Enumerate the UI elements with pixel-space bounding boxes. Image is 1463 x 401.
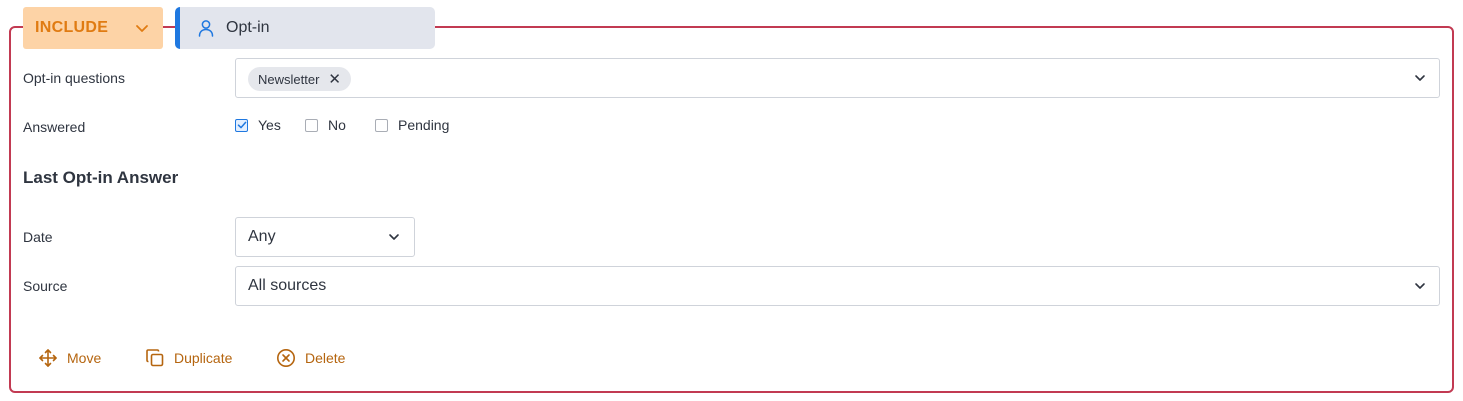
- move-label: Move: [67, 350, 102, 366]
- chevron-down-icon: [1415, 75, 1425, 81]
- chip-remove-icon[interactable]: ✕: [328, 72, 341, 87]
- include-label: INCLUDE: [35, 19, 109, 36]
- duplicate-button[interactable]: Duplicate: [145, 348, 232, 368]
- duplicate-icon: [146, 349, 164, 367]
- answered-pending-label: Pending: [398, 117, 450, 133]
- connector-line: [163, 26, 175, 28]
- answered-yes-label: Yes: [258, 117, 281, 133]
- delete-label: Delete: [305, 350, 346, 366]
- filter-type-tag[interactable]: Opt-in: [175, 7, 435, 49]
- source-select[interactable]: All sources: [235, 266, 1440, 306]
- duplicate-label: Duplicate: [174, 350, 233, 366]
- move-button[interactable]: Move: [38, 348, 101, 368]
- include-dropdown[interactable]: INCLUDE: [23, 7, 163, 49]
- optin-questions-label: Opt-in questions: [23, 70, 125, 86]
- answered-yes-checkbox[interactable]: Yes: [235, 117, 281, 133]
- section-title: Last Opt-in Answer: [23, 168, 179, 187]
- selected-chip: Newsletter ✕: [248, 67, 351, 91]
- date-select[interactable]: Any: [235, 217, 415, 257]
- chevron-down-icon: [389, 234, 399, 240]
- checkbox-icon[interactable]: [375, 118, 388, 132]
- optin-questions-select[interactable]: Newsletter ✕: [235, 58, 1440, 98]
- date-value: Any: [248, 228, 276, 245]
- answered-pending-checkbox[interactable]: Pending: [375, 117, 449, 133]
- date-label: Date: [23, 229, 53, 245]
- answered-no-checkbox[interactable]: No: [305, 117, 346, 133]
- delete-icon: [277, 349, 295, 367]
- checkbox-icon[interactable]: [305, 118, 318, 132]
- person-icon: [198, 20, 214, 37]
- checkbox-checked-icon[interactable]: [235, 118, 248, 132]
- answered-no-label: No: [328, 117, 346, 133]
- filter-type-label: Opt-in: [226, 19, 270, 36]
- chevron-down-icon: [1415, 283, 1425, 289]
- source-label: Source: [23, 278, 68, 294]
- source-value: All sources: [248, 277, 327, 294]
- chevron-down-icon: [136, 25, 148, 32]
- move-icon: [39, 349, 57, 367]
- answered-label: Answered: [23, 119, 86, 135]
- chip-label: Newsletter: [258, 71, 320, 87]
- delete-button[interactable]: Delete: [276, 348, 345, 368]
